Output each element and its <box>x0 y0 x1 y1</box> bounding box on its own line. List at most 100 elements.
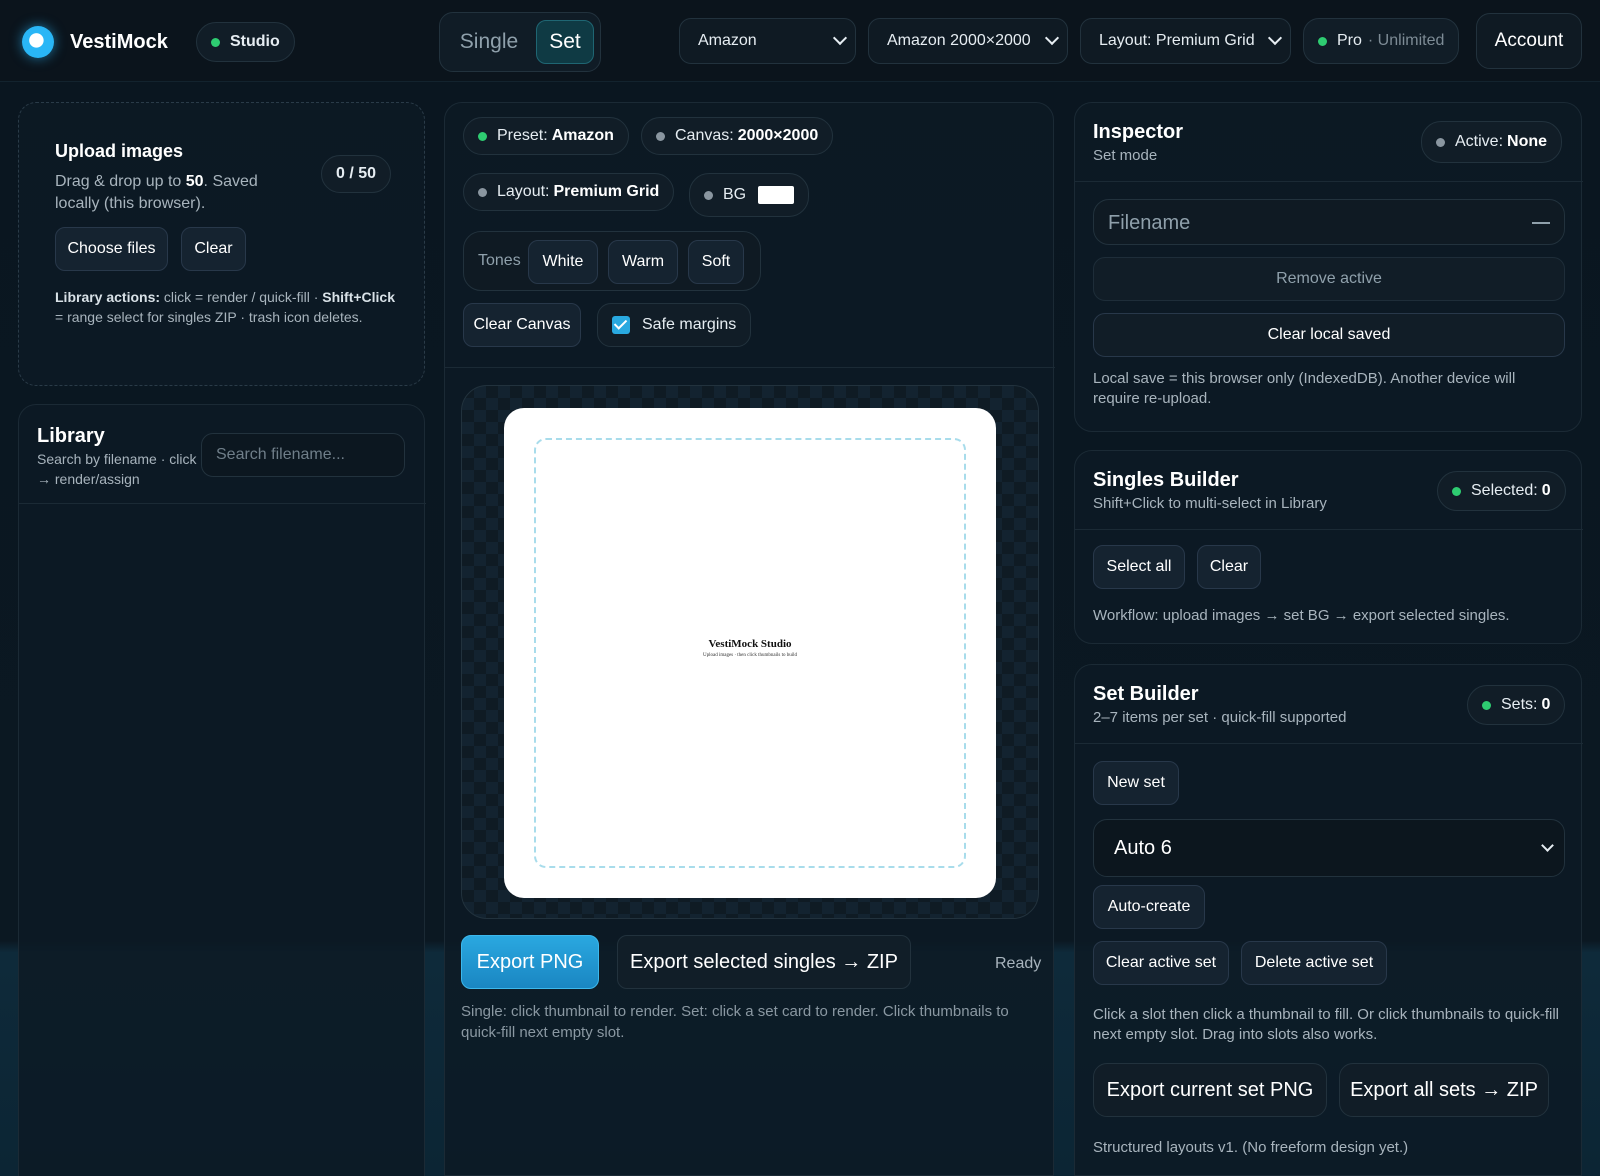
upload-count-badge: 0 / 50 <box>321 155 392 193</box>
size-select-value: Amazon 2000×2000 <box>887 32 1031 49</box>
new-set-button[interactable]: New set <box>1093 761 1179 805</box>
plan-label: Pro <box>1337 32 1362 49</box>
minus-icon <box>1532 222 1550 224</box>
tone-warm-button[interactable]: Warm <box>608 240 678 284</box>
divider <box>1075 181 1583 182</box>
clear-local-saved-button[interactable]: Clear local saved <box>1093 313 1565 357</box>
inspector-help-text: Local save = this browser only (IndexedD… <box>1093 370 1516 407</box>
set-builder-subtitle: 2–7 items per set · quick-fill supported <box>1093 709 1347 726</box>
export-png-button[interactable]: Export PNG <box>461 935 599 989</box>
safe-margins-toggle[interactable]: Safe margins <box>597 303 752 347</box>
canvas-stage: VestiMock Studio Upload images · then cl… <box>461 385 1039 919</box>
singles-builder-panel: Singles Builder Shift+Click to multi-sel… <box>1074 450 1583 644</box>
layout-badge: Layout: Premium Grid <box>463 173 675 211</box>
status-dot-icon <box>1482 700 1491 710</box>
marketplace-select[interactable]: Amazon <box>679 18 856 64</box>
library-panel: Library Search by filename · click → ren… <box>18 404 426 1176</box>
status-dot-icon <box>478 131 487 141</box>
singles-help-text: Workflow: upload images → set BG → expor… <box>1093 607 1510 624</box>
clear-selection-button[interactable]: Clear <box>1197 545 1261 589</box>
top-bar: VestiMock Studio Single Set Amazon Amazo… <box>0 0 1600 82</box>
divider <box>1075 529 1583 530</box>
tones-label: Tones <box>478 252 521 269</box>
canvas-preview[interactable]: VestiMock Studio Upload images · then cl… <box>504 408 996 898</box>
safe-margins-label: Safe margins <box>642 316 737 333</box>
upload-description: Drag & drop up to 50. Saved locally (thi… <box>55 173 258 212</box>
canvas-size-badge: Canvas: 2000×2000 <box>641 117 834 155</box>
status-text: Ready <box>995 955 1042 972</box>
plan-detail: · Unlimited <box>1367 32 1445 49</box>
selected-count-badge: Selected: 0 <box>1437 471 1566 511</box>
mode-set-button[interactable]: Set <box>536 20 594 64</box>
filename-field[interactable]: Filename <box>1093 199 1565 245</box>
status-dot-icon <box>211 37 220 47</box>
clear-active-set-button[interactable]: Clear active set <box>1093 941 1229 985</box>
active-item-badge: Active: None <box>1421 121 1563 163</box>
auto-count-value: Auto 6 <box>1114 836 1172 859</box>
singles-subtitle: Shift+Click to multi-select in Library <box>1093 495 1327 512</box>
upload-title: Upload images <box>55 141 184 161</box>
auto-count-select[interactable]: Auto 6 <box>1093 819 1565 877</box>
preset-badge: Preset: Amazon <box>463 117 629 155</box>
export-current-set-button[interactable]: Export current set PNG <box>1093 1063 1327 1117</box>
preview-subtitle: Upload images · then click thumbnails to… <box>702 653 797 658</box>
inspector-title: Inspector <box>1093 121 1184 143</box>
chevron-down-icon <box>1541 839 1554 852</box>
choose-files-button[interactable]: Choose files <box>55 227 168 271</box>
studio-badge-label: Studio <box>230 33 280 50</box>
brand-logo-icon <box>22 26 54 58</box>
brand-name: VestiMock <box>70 31 168 53</box>
tone-soft-button[interactable]: Soft <box>688 240 744 284</box>
size-select[interactable]: Amazon 2000×2000 <box>868 18 1068 64</box>
bg-color-swatch[interactable] <box>758 186 795 204</box>
divider <box>445 367 1055 368</box>
inspector-panel: Inspector Set mode Active: None Filename … <box>1074 102 1583 432</box>
divider <box>1075 743 1583 744</box>
checkbox-checked-icon[interactable] <box>612 316 630 334</box>
status-dot-icon <box>1318 36 1327 46</box>
upload-help-text: Library actions: click = render / quick-… <box>55 289 395 325</box>
delete-active-set-button[interactable]: Delete active set <box>1241 941 1387 985</box>
clear-uploads-button[interactable]: Clear <box>181 227 246 271</box>
mode-toggle: Single Set <box>439 12 601 72</box>
account-button[interactable]: Account <box>1476 13 1582 69</box>
clear-canvas-button[interactable]: Clear Canvas <box>463 303 581 347</box>
export-all-sets-button[interactable]: Export all sets → ZIP <box>1339 1063 1549 1117</box>
status-dot-icon <box>1436 137 1445 147</box>
layout-select[interactable]: Layout: Premium Grid <box>1080 18 1291 64</box>
layout-select-value: Layout: Premium Grid <box>1099 32 1255 49</box>
mode-single-button[interactable]: Single <box>446 20 532 64</box>
canvas-panel: Preset: Amazon Canvas: 2000×2000 Layout: Pr… <box>444 102 1055 1176</box>
filename-placeholder: Filename <box>1108 212 1191 234</box>
status-dot-icon <box>1452 486 1461 496</box>
tones-group: Tones White Warm Soft <box>463 231 761 291</box>
plan-badge: Pro · Unlimited <box>1303 18 1460 64</box>
chevron-down-icon <box>1267 30 1283 46</box>
auto-create-button[interactable]: Auto-create <box>1093 885 1205 929</box>
tone-white-button[interactable]: White <box>528 240 598 284</box>
set-builder-title: Set Builder <box>1093 683 1199 705</box>
divider <box>19 503 426 504</box>
status-dot-icon <box>478 187 487 197</box>
studio-badge: Studio <box>196 22 295 62</box>
select-all-button[interactable]: Select all <box>1093 545 1185 589</box>
preview-title: VestiMock Studio <box>708 638 792 650</box>
chevron-down-icon <box>1044 30 1060 46</box>
export-singles-zip-button[interactable]: Export selected singles → ZIP <box>617 935 911 989</box>
status-dot-icon <box>656 131 665 141</box>
canvas-help-text: Single: click thumbnail to render. Set: … <box>461 1003 1009 1041</box>
upload-panel[interactable]: Upload images Drag & drop up to 50. Save… <box>18 102 425 386</box>
set-builder-help-text: Click a slot then click a thumbnail to f… <box>1093 1006 1559 1043</box>
singles-title: Singles Builder <box>1093 469 1239 491</box>
remove-active-button[interactable]: Remove active <box>1093 257 1565 301</box>
status-dot-icon <box>704 190 713 200</box>
library-title: Library <box>37 425 105 447</box>
inspector-subtitle: Set mode <box>1093 147 1158 164</box>
marketplace-select-value: Amazon <box>698 32 757 49</box>
library-subtitle: Search by filename · click → render/assi… <box>37 451 197 487</box>
chevron-down-icon <box>832 30 848 46</box>
set-builder-panel: Set Builder 2–7 items per set · quick-fi… <box>1074 664 1583 1176</box>
library-search-input[interactable] <box>201 433 405 477</box>
bg-color-picker[interactable]: BG <box>689 173 810 217</box>
set-builder-footnote: Structured layouts v1. (No freeform desi… <box>1093 1139 1409 1156</box>
